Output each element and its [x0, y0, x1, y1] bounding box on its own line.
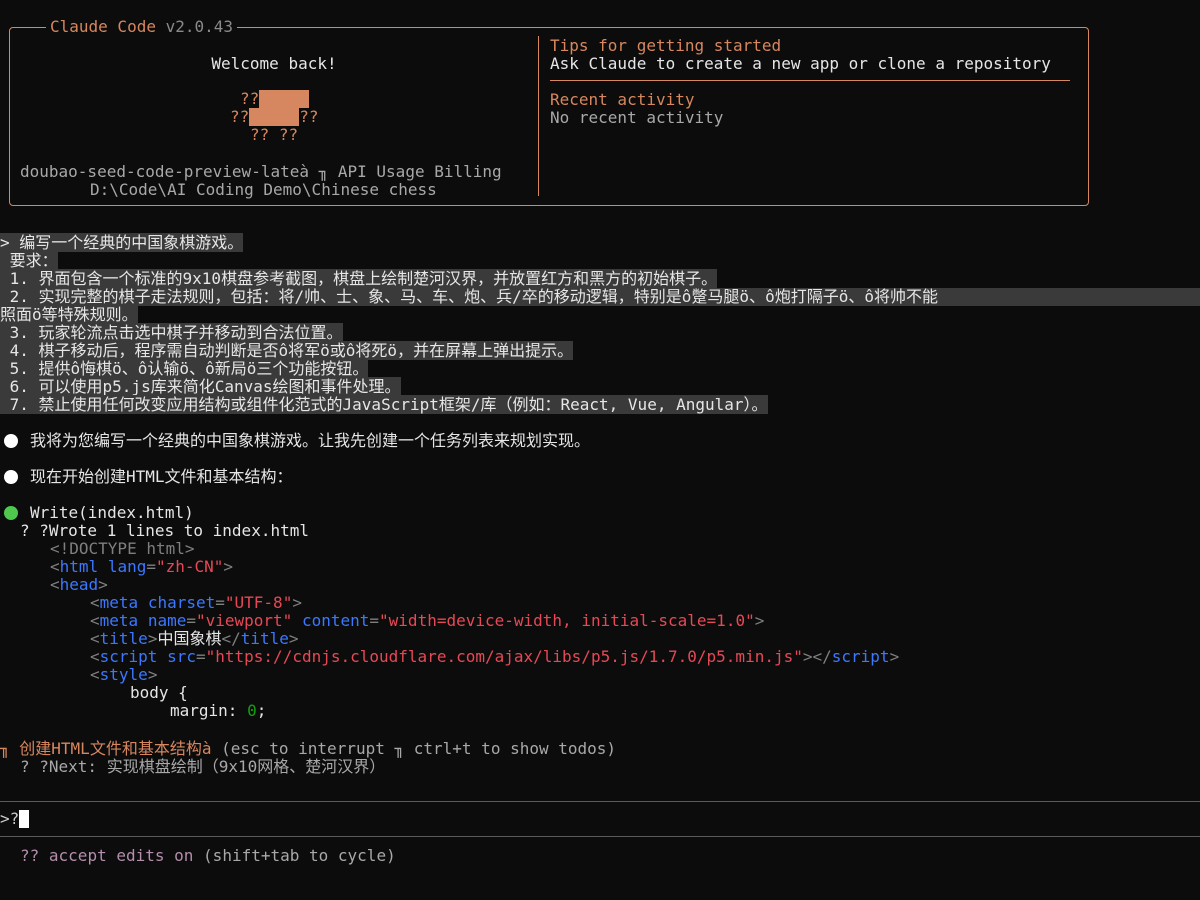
prompt-line: 4. 棋子移动后，程序需自动判断是否ô将军ö或ô将死ö，并在屏幕上弹出提示。 — [0, 341, 574, 360]
code-line: <title>中国象棋</title> — [90, 629, 299, 648]
task-status: ╖ 创建HTML文件和基本结构à (esc to interrupt ╖ ctr… — [0, 740, 616, 758]
prompt-input[interactable]: >? — [0, 809, 30, 828]
prompt-line: 照面ö等特殊规则。 — [0, 305, 138, 324]
code-line: <html lang="zh-CN"> — [50, 557, 234, 576]
prompt-line: > 编写一个经典的中国象棋游戏。 — [0, 233, 244, 252]
prompt-line: 1. 界面包含一个标准的9x10棋盘参考截图，棋盘上绘制楚河汉界，并放置红方和黑… — [0, 269, 718, 288]
code-line: <script src="https://cdnjs.cloudflare.co… — [90, 647, 900, 666]
message-bullet-icon — [4, 470, 18, 484]
recent-activity-title: Recent activity — [550, 90, 695, 109]
panel-divider — [538, 36, 539, 196]
app-name: Claude Code — [50, 17, 156, 36]
tips-divider — [550, 80, 1070, 81]
mode-icon: ?? — [20, 846, 40, 865]
code-line: <style> — [90, 665, 158, 684]
tool-call: Write(index.html) — [30, 503, 194, 522]
mode-text: accept edits on — [48, 846, 194, 865]
interrupt-hint: (esc to interrupt ╖ ctrl+t to show todos… — [221, 739, 617, 758]
prompt-char: >? — [0, 809, 20, 828]
prompt-line: 5. 提供ô悔棋ö、ô认输ö、ô新局ö三个功能按钮。 — [0, 359, 369, 378]
code-line: margin: 0; — [170, 701, 267, 720]
tool-result: ? ?Wrote 1 lines to index.html — [20, 521, 309, 540]
app-version: v2.0.43 — [165, 17, 234, 36]
code-line: <!DOCTYPE html> — [50, 539, 195, 558]
prompt-line: 7. 禁止使用任何改变应用结构或组件化范式的JavaScript框架/库（例如：… — [0, 395, 768, 414]
mode-indicator[interactable]: ?? accept edits on (shift+tab to cycle) — [20, 847, 396, 865]
assistant-message: 现在开始创建HTML文件和基本结构： — [30, 467, 293, 486]
assistant-message: 我将为您编写一个经典的中国象棋游戏。让我先创建一个任务列表来规划实现。 — [30, 431, 591, 450]
input-top-border — [0, 801, 1200, 802]
message-bullet-icon — [4, 434, 18, 448]
spinner-icon: ╖ — [0, 739, 10, 758]
tips-title: Tips for getting started — [550, 36, 782, 55]
code-line: <meta name="viewport" content="width=dev… — [90, 611, 765, 630]
current-task: 创建HTML文件和基本结构à — [19, 739, 212, 758]
prompt-line: 要求： — [0, 251, 58, 270]
prompt-line: 3. 玩家轮流点击选中棋子并移动到合法位置。 — [0, 323, 343, 342]
user-prompt: > 编写一个经典的中国象棋游戏。 要求： 1. 界面包含一个标准的9x10棋盘参… — [0, 233, 1200, 414]
app-title: Claude Code v2.0.43 — [46, 17, 238, 36]
tool-success-icon — [4, 506, 18, 520]
prompt-line: 2. 实现完整的棋子走法规则，包括：将/帅、士、象、马、车、炮、兵/卒的移动逻辑… — [0, 288, 1200, 306]
code-line: <head> — [50, 575, 108, 594]
mode-hint: (shift+tab to cycle) — [203, 846, 396, 865]
working-directory: D:\Code\AI Coding Demo\Chinese chess — [90, 180, 437, 199]
code-line: body { — [130, 683, 188, 702]
mascot-logo: ?? ???? ?? ?? — [230, 89, 319, 144]
model-info: doubao-seed-code-preview-lateà ╖ API Usa… — [20, 162, 502, 181]
text-cursor — [19, 810, 30, 828]
welcome-message: Welcome back! — [211, 54, 337, 73]
input-bottom-border — [0, 836, 1200, 837]
code-line: <meta charset="UTF-8"> — [90, 593, 302, 612]
next-task: ? ?Next: 实现棋盘绘制（9x10网格、楚河汉界） — [20, 757, 386, 776]
tips-text: Ask Claude to create a new app or clone … — [550, 54, 1051, 73]
prompt-line: 6. 可以使用p5.js库来简化Canvas绘图和事件处理。 — [0, 377, 401, 396]
recent-activity-text: No recent activity — [550, 108, 724, 127]
